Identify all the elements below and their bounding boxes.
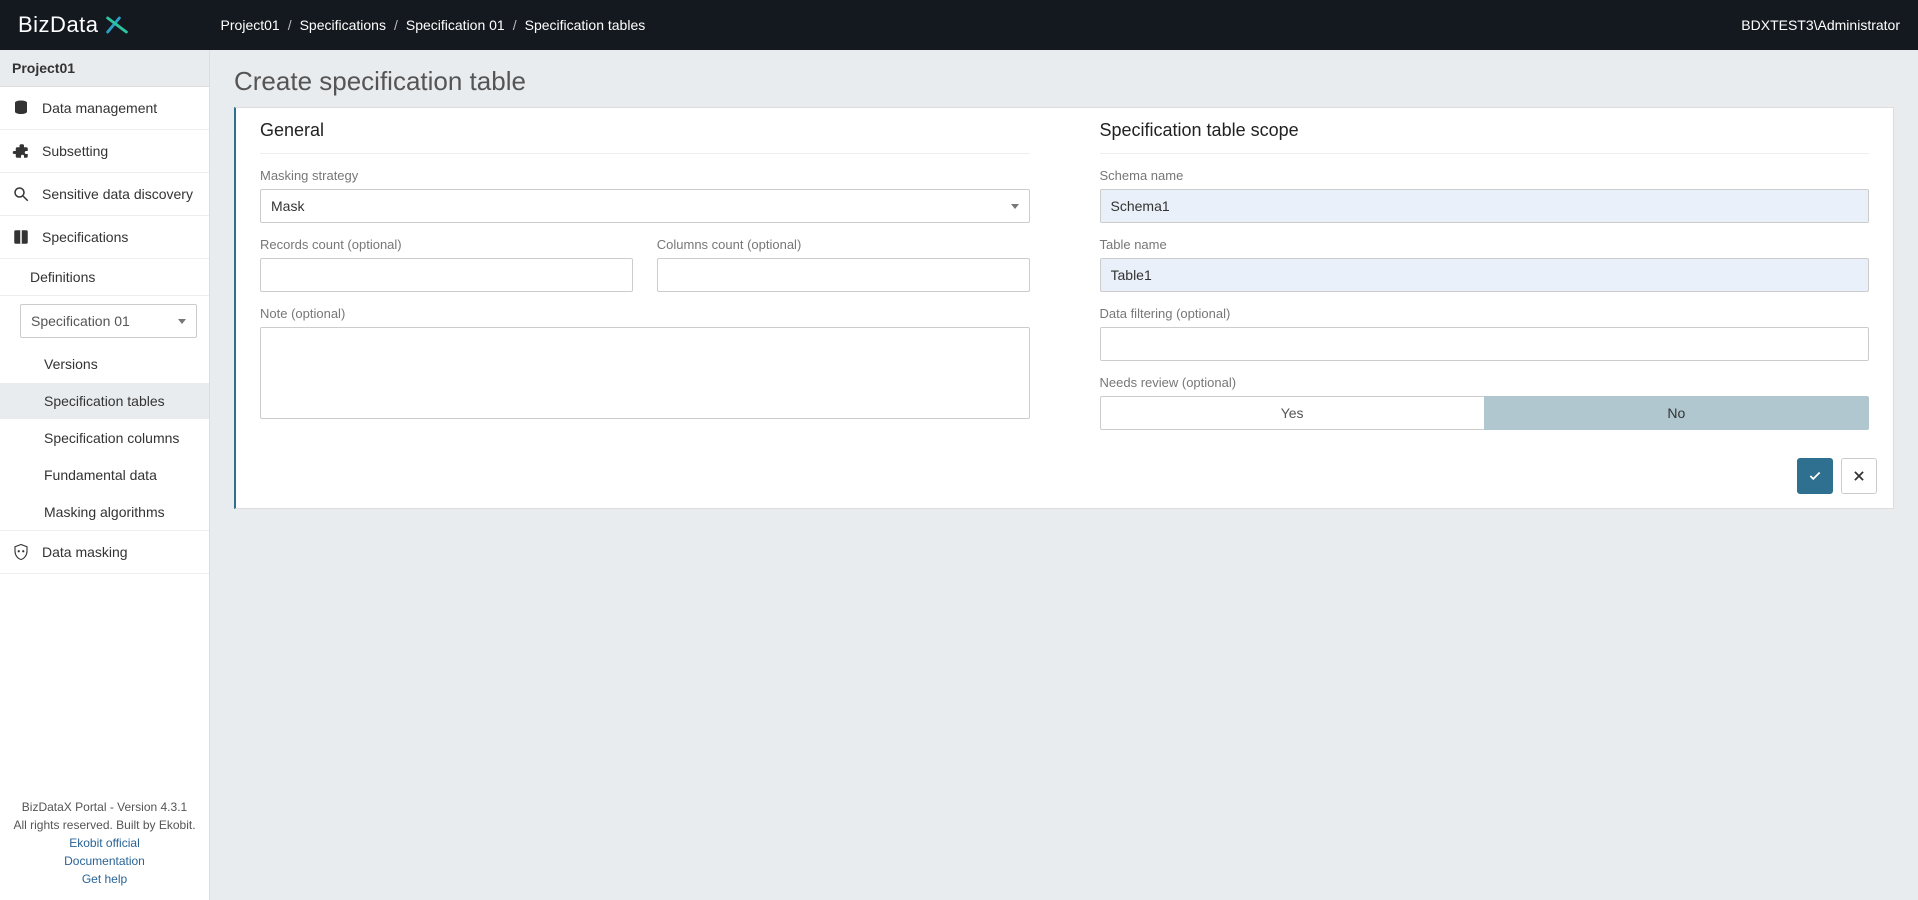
breadcrumb-item[interactable]: Project01 xyxy=(221,17,280,33)
footer-link-ekobit[interactable]: Ekobit official xyxy=(12,834,197,852)
sidebar-item-label: Data masking xyxy=(42,544,128,560)
sidebar-item-data-management[interactable]: Data management xyxy=(0,87,209,130)
sidebar-item-specifications[interactable]: Specifications xyxy=(0,216,209,259)
chevron-down-icon xyxy=(1011,204,1019,209)
general-section: General Masking strategy Mask Records co… xyxy=(260,120,1030,444)
sidebar-item-label: Specifications xyxy=(42,229,128,245)
sidebar-subitem-masking-algorithms[interactable]: Masking algorithms xyxy=(0,494,209,531)
sidebar-subitem-versions[interactable]: Versions xyxy=(0,346,209,383)
check-icon xyxy=(1808,469,1822,483)
note-textarea[interactable] xyxy=(260,327,1030,419)
data-filtering-label: Data filtering (optional) xyxy=(1100,306,1870,321)
form-footer xyxy=(236,448,1893,508)
sidebar-item-data-masking[interactable]: Data masking xyxy=(0,531,209,574)
sidebar-item-label: Sensitive data discovery xyxy=(42,186,193,202)
records-count-input[interactable] xyxy=(260,258,633,292)
breadcrumb-sep: / xyxy=(288,17,292,33)
sidebar-subitem-label: Specification tables xyxy=(44,393,165,409)
sidebar-subitem-specification-tables[interactable]: Specification tables xyxy=(0,383,209,420)
brand-text: BizData xyxy=(18,12,99,38)
mask-icon xyxy=(12,543,30,561)
masking-strategy-label: Masking strategy xyxy=(260,168,1030,183)
needs-review-label: Needs review (optional) xyxy=(1100,375,1870,390)
sidebar: Project01 Data management Subsetting Sen… xyxy=(0,50,210,900)
footer-copyright: All rights reserved. Built by Ekobit. xyxy=(12,816,197,834)
breadcrumb-item[interactable]: Specification 01 xyxy=(406,17,505,33)
app-logo[interactable]: BizData xyxy=(18,11,131,39)
app-header: BizData Project01 / Specifications / Spe… xyxy=(0,0,1918,50)
footer-link-help[interactable]: Get help xyxy=(12,870,197,888)
footer-link-documentation[interactable]: Documentation xyxy=(12,852,197,870)
book-icon xyxy=(12,228,30,246)
records-count-label: Records count (optional) xyxy=(260,237,633,252)
chevron-down-icon xyxy=(178,319,186,324)
masking-strategy-value: Mask xyxy=(271,198,304,214)
section-title-scope: Specification table scope xyxy=(1100,120,1870,154)
note-label: Note (optional) xyxy=(260,306,1030,321)
needs-review-toggle: Yes No xyxy=(1100,396,1870,430)
sidebar-subitem-label: Fundamental data xyxy=(44,467,157,483)
sidebar-subitem-label: Specification columns xyxy=(44,430,179,446)
search-icon xyxy=(12,185,30,203)
scope-section: Specification table scope Schema name Ta… xyxy=(1100,120,1870,444)
breadcrumb-sep: / xyxy=(513,17,517,33)
columns-count-input[interactable] xyxy=(657,258,1030,292)
database-icon xyxy=(12,99,30,117)
page-title: Create specification table xyxy=(234,66,1894,97)
sidebar-footer: BizDataX Portal - Version 4.3.1 All righ… xyxy=(0,786,209,900)
sidebar-item-sensitive-data[interactable]: Sensitive data discovery xyxy=(0,173,209,216)
form-card: General Masking strategy Mask Records co… xyxy=(234,107,1894,509)
puzzle-icon xyxy=(12,142,30,160)
breadcrumb: Project01 / Specifications / Specificati… xyxy=(221,17,646,33)
table-name-input[interactable] xyxy=(1100,258,1870,292)
logo-icon xyxy=(103,11,131,39)
specification-select[interactable]: Specification 01 xyxy=(20,304,197,338)
sidebar-subitem-label: Versions xyxy=(44,356,98,372)
section-title-general: General xyxy=(260,120,1030,154)
table-name-label: Table name xyxy=(1100,237,1870,252)
close-icon xyxy=(1852,469,1866,483)
needs-review-yes[interactable]: Yes xyxy=(1100,396,1484,430)
data-filtering-input[interactable] xyxy=(1100,327,1870,361)
cancel-button[interactable] xyxy=(1841,458,1877,494)
schema-name-label: Schema name xyxy=(1100,168,1870,183)
sidebar-subheading-definitions[interactable]: Definitions xyxy=(0,259,209,296)
project-title: Project01 xyxy=(0,50,209,87)
columns-count-label: Columns count (optional) xyxy=(657,237,1030,252)
breadcrumb-sep: / xyxy=(394,17,398,33)
sidebar-subitem-label: Masking algorithms xyxy=(44,504,165,520)
sidebar-item-subsetting[interactable]: Subsetting xyxy=(0,130,209,173)
needs-review-no[interactable]: No xyxy=(1484,396,1869,430)
breadcrumb-item[interactable]: Specifications xyxy=(300,17,386,33)
sidebar-subitem-specification-columns[interactable]: Specification columns xyxy=(0,420,209,457)
schema-name-input[interactable] xyxy=(1100,189,1870,223)
content-area: Create specification table General Maski… xyxy=(210,50,1918,900)
masking-strategy-select[interactable]: Mask xyxy=(260,189,1030,223)
sidebar-item-label: Subsetting xyxy=(42,143,108,159)
sidebar-item-label: Data management xyxy=(42,100,157,116)
breadcrumb-item[interactable]: Specification tables xyxy=(525,17,646,33)
specification-select-value: Specification 01 xyxy=(31,313,130,329)
footer-version: BizDataX Portal - Version 4.3.1 xyxy=(12,798,197,816)
sidebar-subitem-fundamental-data[interactable]: Fundamental data xyxy=(0,457,209,494)
user-label[interactable]: BDXTEST3\Administrator xyxy=(1741,17,1900,33)
save-button[interactable] xyxy=(1797,458,1833,494)
